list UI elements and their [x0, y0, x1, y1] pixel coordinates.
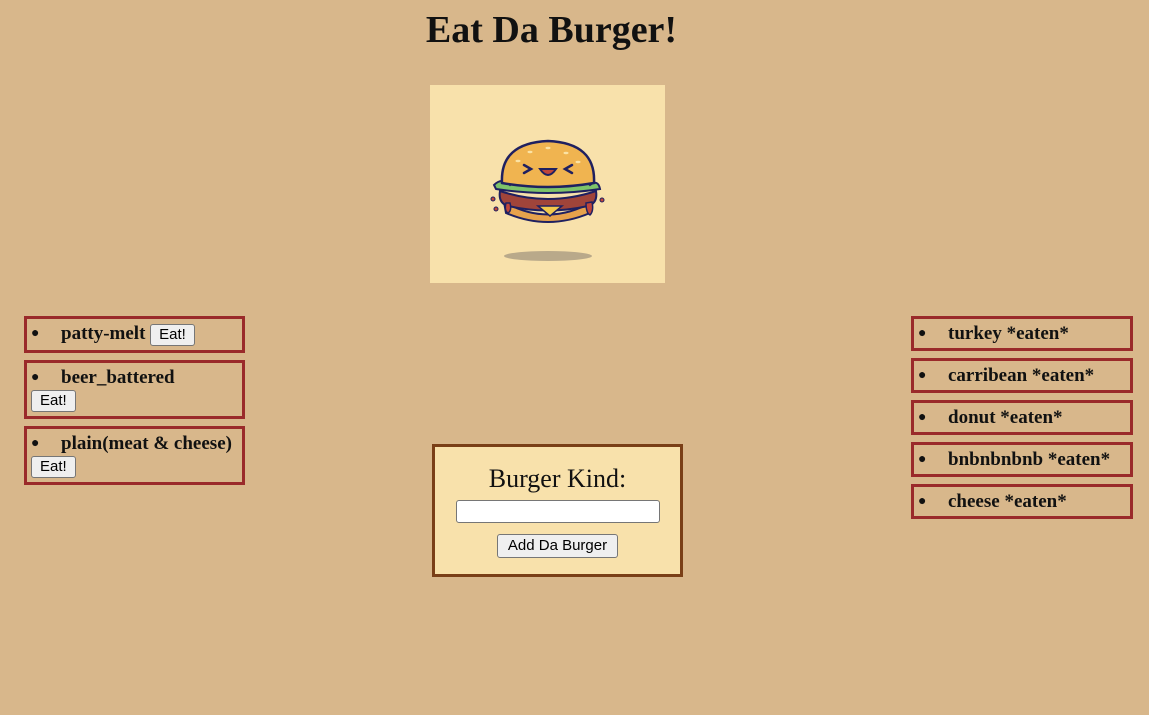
eat-button-beer-battered[interactable]: Eat!	[31, 390, 76, 412]
burger-name: patty-melt	[61, 323, 146, 344]
burger-kind-input[interactable]	[455, 500, 660, 523]
page-title: Eat Da Burger!	[425, 9, 678, 51]
eaten-item-donut: ● donut *eaten*	[911, 400, 1133, 435]
eaten-item-bnbnbnbnb: ● bnbnbnbnb *eaten*	[911, 442, 1133, 477]
bullet-icon: ●	[918, 368, 927, 383]
eaten-burger-name: cheese *eaten*	[948, 491, 1067, 512]
bullet-icon: ●	[918, 410, 927, 425]
burger-name: beer_battered	[61, 367, 175, 388]
eaten-item-turkey: ● turkey *eaten*	[911, 316, 1133, 351]
bullet-icon: ●	[918, 326, 927, 341]
bullet-icon: ●	[918, 452, 927, 467]
eaten-burger-name: bnbnbnbnb *eaten*	[948, 449, 1111, 470]
add-burger-button[interactable]: Add Da Burger	[496, 534, 619, 558]
eaten-burger-name: donut *eaten*	[948, 407, 1063, 428]
eat-button-patty-melt[interactable]: Eat!	[150, 324, 195, 346]
uneaten-burger-list: ● patty-melt Eat! ● beer_battered Eat! ● pl…	[24, 316, 245, 492]
eat-button-plain[interactable]: Eat!	[31, 456, 76, 478]
eaten-burger-list: ● turkey *eaten* ● carribean *eaten* ● donu…	[911, 316, 1133, 526]
eaten-item-cheese: ● cheese *eaten*	[911, 484, 1133, 519]
bullet-icon: ●	[31, 326, 40, 341]
burger-image	[430, 85, 665, 283]
bullet-icon: ●	[31, 436, 40, 451]
burger-kind-label: Burger Kind:	[488, 464, 627, 493]
eaten-burger-name: carribean *eaten*	[948, 365, 1095, 386]
burger-item-patty-melt: ● patty-melt Eat!	[24, 316, 245, 353]
bullet-icon: ●	[31, 370, 40, 385]
eaten-item-carribean: ● carribean *eaten*	[911, 358, 1133, 393]
burger-name: plain(meat & cheese)	[61, 433, 232, 454]
add-burger-form: Burger Kind: Add Da Burger	[432, 444, 683, 577]
burger-item-beer-battered: ● beer_battered Eat!	[24, 360, 245, 419]
burger-item-plain: ● plain(meat & cheese) Eat!	[24, 426, 245, 485]
eaten-burger-name: turkey *eaten*	[948, 323, 1069, 344]
burger-icon	[490, 139, 605, 261]
bullet-icon: ●	[918, 494, 927, 509]
